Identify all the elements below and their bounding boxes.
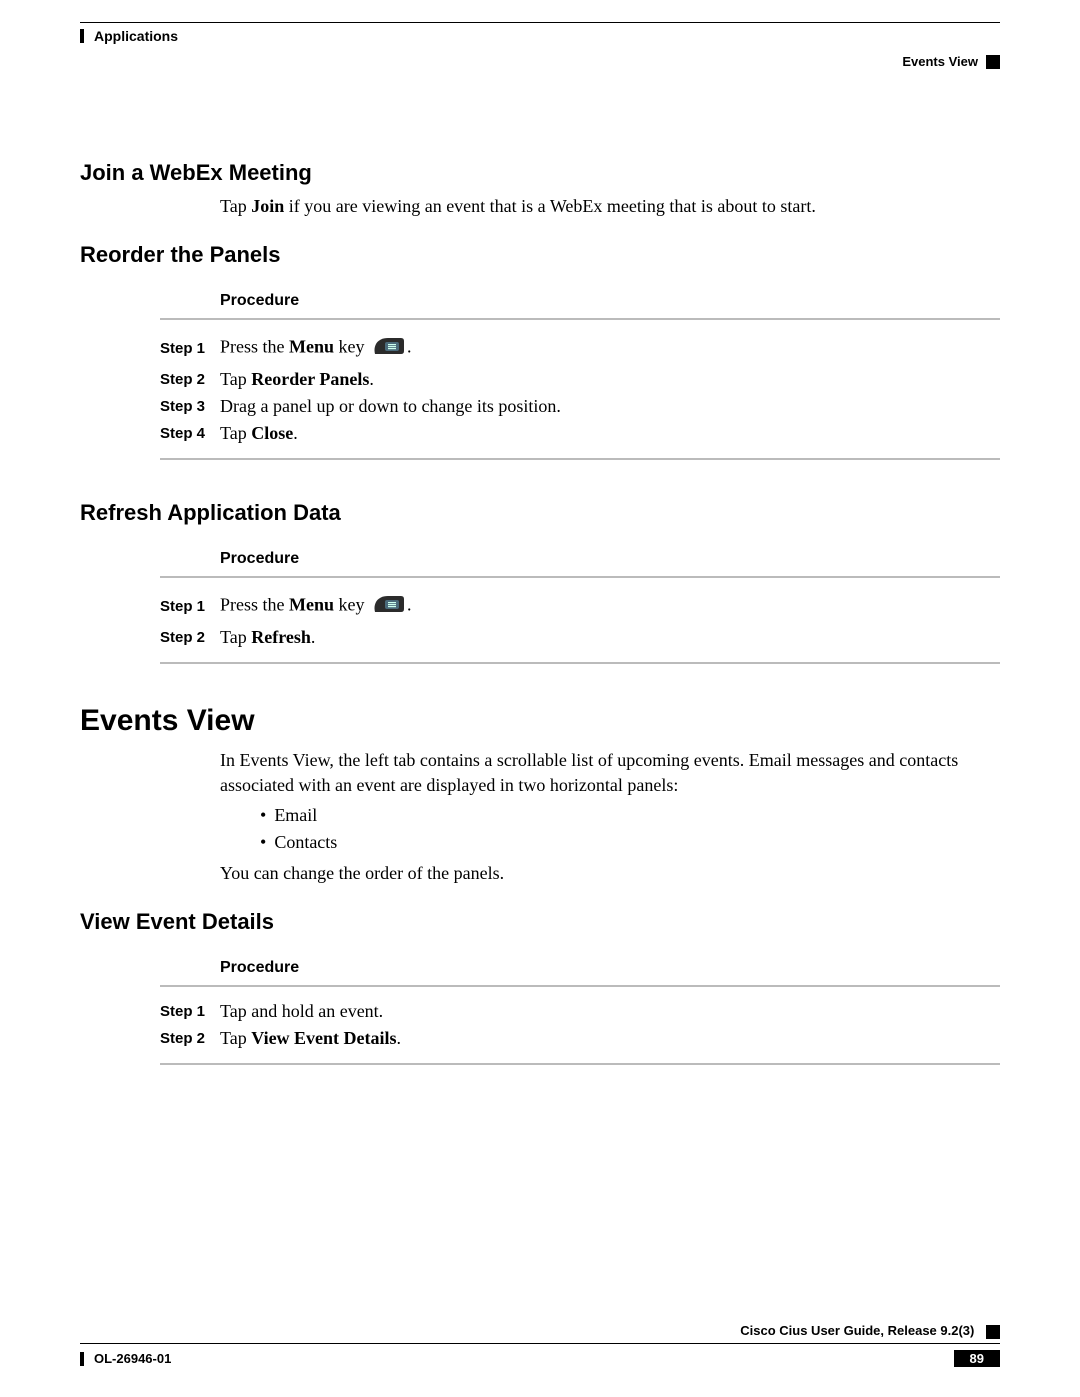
bold-text: Menu xyxy=(289,595,334,615)
divider xyxy=(160,318,1000,320)
text: Press the xyxy=(220,595,289,615)
text: . xyxy=(293,423,298,443)
chapter-label: Applications xyxy=(94,28,178,44)
step-text: Drag a panel up or down to change its po… xyxy=(220,396,1000,417)
bold-text: Refresh xyxy=(251,627,311,647)
section-label: Events View xyxy=(902,54,978,69)
step-label: Step 1 xyxy=(160,1003,220,1020)
paragraph: You can change the order of the panels. xyxy=(220,861,1000,885)
step-label: Step 1 xyxy=(160,340,220,357)
step-row: Step 1 Tap and hold an event. xyxy=(160,1001,1000,1022)
vertical-bar-icon xyxy=(80,29,84,43)
menu-key-icon xyxy=(371,334,405,363)
bullet-list: Email Contacts xyxy=(260,805,1000,853)
divider xyxy=(160,985,1000,987)
content: Join a WebEx Meeting Tap Join if you are… xyxy=(80,160,1000,1065)
text: . xyxy=(369,369,374,389)
divider xyxy=(160,458,1000,460)
step-text: Tap Refresh. xyxy=(220,627,1000,648)
heading-join-webex: Join a WebEx Meeting xyxy=(80,160,1000,186)
text: . xyxy=(407,595,412,615)
paragraph: In Events View, the left tab contains a … xyxy=(220,748,1000,797)
heading-refresh-data: Refresh Application Data xyxy=(80,500,1000,526)
step-text: Tap Close. xyxy=(220,423,1000,444)
footer-row: OL-26946-01 89 xyxy=(80,1350,1000,1367)
text: key xyxy=(334,337,369,357)
steps-reorder: Step 1 Press the Menu key . Step 2 Tap R… xyxy=(160,334,1000,444)
bold-text: Reorder Panels xyxy=(251,369,369,389)
step-row: Step 2 Tap Refresh. xyxy=(160,627,1000,648)
bold-text: View Event Details xyxy=(251,1028,396,1048)
text: . xyxy=(397,1028,402,1048)
text: Tap xyxy=(220,369,251,389)
step-text: Tap View Event Details. xyxy=(220,1028,1000,1049)
list-item: Email xyxy=(260,805,1000,826)
footer-right: 89 xyxy=(954,1350,1000,1367)
text: Tap xyxy=(220,196,251,216)
paragraph: Tap Join if you are viewing an event tha… xyxy=(220,194,1000,218)
step-text: Press the Menu key . xyxy=(220,334,1000,363)
bold-text: Close xyxy=(251,423,293,443)
step-label: Step 2 xyxy=(160,371,220,388)
procedure-label: Procedure xyxy=(220,292,1000,310)
step-row: Step 3 Drag a panel up or down to change… xyxy=(160,396,1000,417)
page-header: Applications Events View xyxy=(80,20,1000,70)
doc-id: OL-26946-01 xyxy=(94,1351,171,1366)
header-right: Events View xyxy=(902,54,1000,69)
square-icon xyxy=(986,55,1000,69)
step-text: Press the Menu key . xyxy=(220,592,1000,621)
step-label: Step 2 xyxy=(160,1030,220,1047)
step-label: Step 4 xyxy=(160,425,220,442)
vertical-bar-icon xyxy=(80,1352,84,1366)
step-row: Step 1 Press the Menu key . xyxy=(160,334,1000,363)
step-row: Step 2 Tap View Event Details. xyxy=(160,1028,1000,1049)
text: . xyxy=(407,337,412,357)
heading-events-view: Events View xyxy=(80,704,1000,738)
step-row: Step 4 Tap Close. xyxy=(160,423,1000,444)
bold-text: Menu xyxy=(289,337,334,357)
procedure-label: Procedure xyxy=(220,959,1000,977)
heading-reorder-panels: Reorder the Panels xyxy=(80,242,1000,268)
text: Press the xyxy=(220,337,289,357)
text: Cisco Cius User Guide, Release 9.2(3) xyxy=(740,1323,974,1338)
footer-left: OL-26946-01 xyxy=(80,1351,171,1366)
guide-title: Cisco Cius User Guide, Release 9.2(3) xyxy=(80,1323,1000,1339)
step-text: Tap Reorder Panels. xyxy=(220,369,1000,390)
header-left: Applications xyxy=(80,28,178,44)
bold-text: Join xyxy=(251,196,284,216)
page: Applications Events View Join a WebEx Me… xyxy=(0,0,1080,1397)
step-label: Step 2 xyxy=(160,629,220,646)
step-label: Step 3 xyxy=(160,398,220,415)
procedure-label: Procedure xyxy=(220,550,1000,568)
text: . xyxy=(311,627,316,647)
step-row: Step 2 Tap Reorder Panels. xyxy=(160,369,1000,390)
text: Tap xyxy=(220,1028,251,1048)
heading-view-event-details: View Event Details xyxy=(80,909,1000,935)
step-row: Step 1 Press the Menu key . xyxy=(160,592,1000,621)
list-item: Contacts xyxy=(260,832,1000,853)
step-label: Step 1 xyxy=(160,598,220,615)
steps-refresh: Step 1 Press the Menu key . Step 2 Tap R… xyxy=(160,592,1000,648)
text: key xyxy=(334,595,369,615)
steps-view-details: Step 1 Tap and hold an event. Step 2 Tap… xyxy=(160,1001,1000,1049)
footer-rule xyxy=(80,1343,1000,1344)
divider xyxy=(160,662,1000,664)
page-number: 89 xyxy=(954,1350,1000,1367)
square-icon xyxy=(986,1325,1000,1339)
text: Tap xyxy=(220,423,251,443)
divider xyxy=(160,576,1000,578)
menu-key-icon xyxy=(371,592,405,621)
text: if you are viewing an event that is a We… xyxy=(284,196,816,216)
step-text: Tap and hold an event. xyxy=(220,1001,1000,1022)
text: Tap xyxy=(220,627,251,647)
divider xyxy=(160,1063,1000,1065)
page-footer: Cisco Cius User Guide, Release 9.2(3) OL… xyxy=(80,1323,1000,1367)
